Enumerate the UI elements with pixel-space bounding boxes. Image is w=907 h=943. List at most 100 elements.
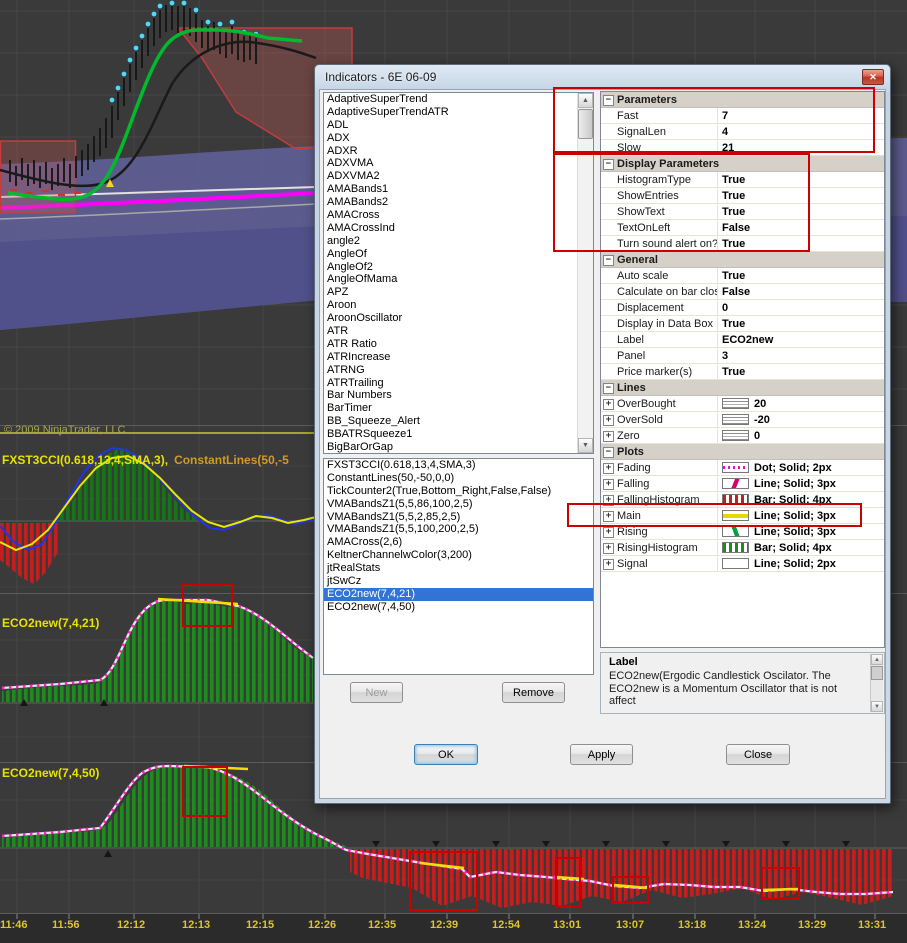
expand-toggle-icon[interactable]: [603, 431, 617, 441]
configured-indicator-item[interactable]: VMABandsZ1(5,5,2,85,2,5): [324, 511, 593, 524]
property-value[interactable]: True: [718, 174, 884, 186]
property-value[interactable]: True: [718, 238, 884, 250]
remove-button[interactable]: Remove: [502, 682, 565, 703]
ok-button[interactable]: OK: [414, 744, 478, 765]
indicator-list-item[interactable]: ATRNG: [324, 364, 577, 377]
expand-toggle-icon[interactable]: [603, 319, 617, 329]
indicator-list-item[interactable]: ADXR: [324, 145, 577, 158]
indicator-list-item[interactable]: ATR Ratio: [324, 338, 577, 351]
property-row[interactable]: HistogramType True: [601, 172, 884, 188]
property-row[interactable]: RisingHistogram Bar; Solid; 4px: [601, 540, 884, 556]
property-value[interactable]: True: [718, 190, 884, 202]
configured-indicator-item[interactable]: KeltnerChannelwColor(3,200): [324, 549, 593, 562]
property-row[interactable]: OverSold -20: [601, 412, 884, 428]
expand-toggle-icon[interactable]: [603, 95, 617, 105]
property-row[interactable]: Display in Data Box True: [601, 316, 884, 332]
property-row[interactable]: Turn sound alert on? True: [601, 236, 884, 252]
property-row[interactable]: ShowEntries True: [601, 188, 884, 204]
property-row[interactable]: Calculate on bar close False: [601, 284, 884, 300]
property-value[interactable]: ECO2new: [718, 334, 884, 346]
property-row[interactable]: Falling Line; Solid; 3px: [601, 476, 884, 492]
property-value[interactable]: False: [718, 286, 884, 298]
property-row[interactable]: OverBought 20: [601, 396, 884, 412]
property-row[interactable]: ShowText True: [601, 204, 884, 220]
expand-toggle-icon[interactable]: [603, 287, 617, 297]
expand-toggle-icon[interactable]: [603, 559, 617, 569]
property-value[interactable]: 0: [718, 430, 884, 442]
expand-toggle-icon[interactable]: [603, 511, 617, 521]
property-value[interactable]: Dot; Solid; 2px: [718, 462, 884, 474]
property-row[interactable]: Main Line; Solid; 3px: [601, 508, 884, 524]
indicator-list-item[interactable]: AngleOfMama: [324, 273, 577, 286]
property-value[interactable]: True: [718, 206, 884, 218]
property-row[interactable]: Rising Line; Solid; 3px: [601, 524, 884, 540]
close-dialog-button[interactable]: Close: [726, 744, 790, 765]
property-value[interactable]: Bar; Solid; 4px: [718, 494, 884, 506]
configured-indicator-item[interactable]: TickCounter2(True,Bottom_Right,False,Fal…: [324, 485, 593, 498]
expand-toggle-icon[interactable]: [603, 159, 617, 169]
indicator-list-item[interactable]: BB_Squeeze_Alert: [324, 415, 577, 428]
property-row[interactable]: FallingHistogram Bar; Solid; 4px: [601, 492, 884, 508]
indicator-list-item[interactable]: Bar Numbers: [324, 389, 577, 402]
property-value[interactable]: Line; Solid; 3px: [718, 510, 884, 522]
indicator-list-item[interactable]: BarTimer: [324, 402, 577, 415]
dialog-titlebar[interactable]: Indicators - 6E 06-09 ✕: [315, 65, 890, 89]
expand-toggle-icon[interactable]: [603, 127, 617, 137]
indicator-list-item[interactable]: AngleOf: [324, 248, 577, 261]
configured-indicator-item[interactable]: VMABandsZ1(5,5,86,100,2,5): [324, 498, 593, 511]
property-value[interactable]: Bar; Solid; 4px: [718, 542, 884, 554]
indicator-list-item[interactable]: ADXVMA2: [324, 170, 577, 183]
expand-toggle-icon[interactable]: [603, 463, 617, 473]
expand-toggle-icon[interactable]: [603, 367, 617, 377]
expand-toggle-icon[interactable]: [603, 543, 617, 553]
scrollbar-thumb[interactable]: [578, 109, 593, 139]
indicator-list-item[interactable]: Aroon: [324, 299, 577, 312]
expand-toggle-icon[interactable]: [603, 495, 617, 505]
description-scrollbar[interactable]: ▲ ▼: [870, 654, 883, 712]
property-row[interactable]: General: [601, 252, 884, 268]
scroll-up-icon[interactable]: ▲: [871, 654, 883, 665]
indicator-list-item[interactable]: BigBarOrGap: [324, 441, 577, 453]
expand-toggle-icon[interactable]: [603, 207, 617, 217]
apply-button[interactable]: Apply: [570, 744, 633, 765]
indicator-list-item[interactable]: AMACross: [324, 209, 577, 222]
indicator-list-item[interactable]: AroonOscillator: [324, 312, 577, 325]
configured-indicator-item[interactable]: ECO2new(7,4,50): [324, 601, 593, 614]
property-row[interactable]: Fast 7: [601, 108, 884, 124]
property-value[interactable]: False: [718, 222, 884, 234]
property-value[interactable]: True: [718, 318, 884, 330]
configured-indicator-item[interactable]: FXST3CCI(0.618,13,4,SMA,3): [324, 459, 593, 472]
expand-toggle-icon[interactable]: [603, 223, 617, 233]
expand-toggle-icon[interactable]: [603, 527, 617, 537]
indicator-list-item[interactable]: AngleOf2: [324, 261, 577, 274]
property-row[interactable]: Parameters: [601, 92, 884, 108]
indicator-list-item[interactable]: ADXVMA: [324, 157, 577, 170]
indicator-list-item[interactable]: BBATRSqueeze1: [324, 428, 577, 441]
property-row[interactable]: Displacement 0: [601, 300, 884, 316]
property-value[interactable]: 3: [718, 350, 884, 362]
configured-indicator-item[interactable]: jtSwCz: [324, 575, 593, 588]
indicator-list-item[interactable]: AdaptiveSuperTrend: [324, 93, 577, 106]
property-row[interactable]: Signal Line; Solid; 2px: [601, 556, 884, 572]
expand-toggle-icon[interactable]: [603, 175, 617, 185]
indicator-list-item[interactable]: AdaptiveSuperTrendATR: [324, 106, 577, 119]
property-value[interactable]: True: [718, 270, 884, 282]
property-value[interactable]: 7: [718, 110, 884, 122]
property-value[interactable]: 4: [718, 126, 884, 138]
expand-toggle-icon[interactable]: [603, 415, 617, 425]
expand-toggle-icon[interactable]: [603, 383, 617, 393]
new-button[interactable]: New: [350, 682, 403, 703]
property-row[interactable]: Fading Dot; Solid; 2px: [601, 460, 884, 476]
property-row[interactable]: Display Parameters: [601, 156, 884, 172]
indicator-list-item[interactable]: ATRTrailing: [324, 377, 577, 390]
indicator-list-item[interactable]: ATR: [324, 325, 577, 338]
property-value[interactable]: 20: [718, 398, 884, 410]
property-value[interactable]: 0: [718, 302, 884, 314]
indicator-list-item[interactable]: angle2: [324, 235, 577, 248]
property-row[interactable]: Auto scale True: [601, 268, 884, 284]
scrollbar-thumb[interactable]: [871, 666, 883, 680]
expand-toggle-icon[interactable]: [603, 447, 617, 457]
indicator-list-item[interactable]: ADX: [324, 132, 577, 145]
property-value[interactable]: Line; Solid; 3px: [718, 526, 884, 538]
close-button[interactable]: ✕: [862, 69, 884, 85]
